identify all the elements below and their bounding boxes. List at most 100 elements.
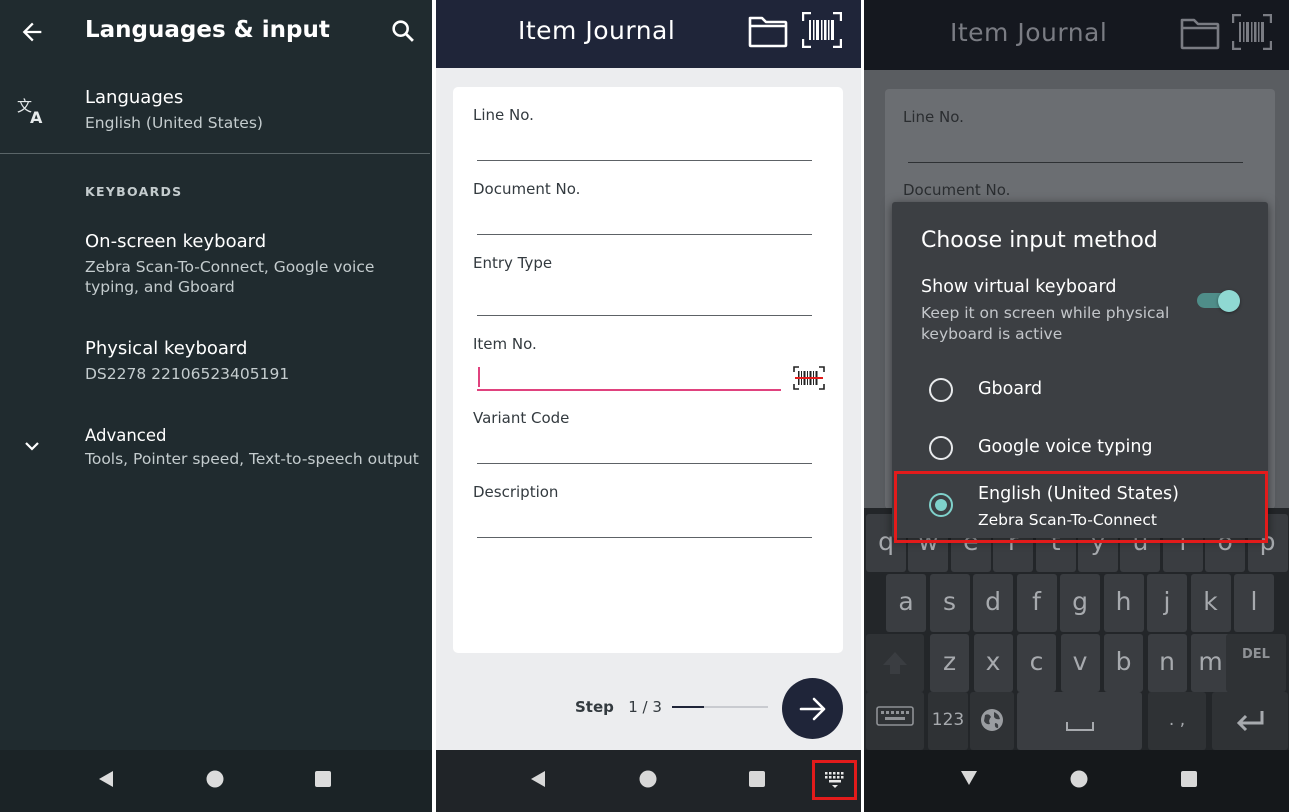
key-j[interactable]: j: [1147, 574, 1187, 632]
shift-key[interactable]: [866, 634, 924, 692]
variant-code-input[interactable]: [477, 463, 812, 464]
step-indicator: Step 1 / 3: [575, 698, 662, 716]
nav-home-icon[interactable]: [1069, 769, 1089, 789]
radio-gboard[interactable]: [929, 378, 953, 402]
item-journal-header: Item Journal: [436, 0, 861, 68]
keyboards-section-header: KEYBOARDS: [85, 184, 183, 199]
key-x[interactable]: x: [973, 634, 1013, 692]
line-no-input[interactable]: [477, 160, 812, 161]
nav-back-down-icon[interactable]: [959, 768, 979, 788]
item-no-input[interactable]: [477, 389, 781, 391]
onscreen-keyboard-subtitle: Zebra Scan-To-Connect, Google voice typi…: [85, 258, 375, 296]
soft-keyboard: qwertyuiop asdfghjkl zxcvbnm DEL 123 . ,: [864, 508, 1289, 750]
key-c[interactable]: c: [1017, 634, 1056, 692]
physical-keyboard-item[interactable]: Physical keyboard DS2278 22106523405191: [0, 332, 432, 392]
delete-key[interactable]: DEL: [1226, 634, 1286, 692]
item-journal-title: Item Journal: [518, 16, 676, 45]
system-nav-bar: [0, 750, 432, 812]
nav-recents-icon[interactable]: [747, 769, 767, 789]
nav-back-icon[interactable]: [96, 769, 116, 789]
item-no-label: Item No.: [473, 335, 537, 353]
folder-icon: [1180, 16, 1220, 50]
option-google-voice-typing-label: Google voice typing: [978, 437, 1153, 457]
languages-item[interactable]: Languages English (United States): [0, 80, 432, 150]
key-h[interactable]: h: [1103, 574, 1144, 632]
key-g[interactable]: g: [1060, 574, 1100, 632]
step-total: 3: [652, 698, 662, 716]
radio-google-voice-typing[interactable]: [929, 436, 953, 460]
item-journal-header-dimmed: Item Journal: [864, 0, 1289, 70]
variant-code-label: Variant Code: [473, 409, 570, 427]
enter-key[interactable]: [1212, 692, 1288, 750]
document-no-label: Document No.: [473, 180, 581, 198]
key-s[interactable]: s: [929, 574, 970, 632]
page-title: Languages & input: [85, 17, 330, 43]
globe-icon[interactable]: [970, 692, 1014, 750]
nav-back-icon[interactable]: [528, 769, 548, 789]
text-cursor: [478, 367, 480, 387]
punctuation-key[interactable]: . ,: [1148, 692, 1206, 750]
key-z[interactable]: z: [930, 634, 969, 692]
show-virtual-keyboard-label: Show virtual keyboard: [921, 277, 1117, 297]
key-a[interactable]: a: [886, 574, 926, 632]
arrow-right-icon: [797, 693, 829, 725]
barcode-scan-icon[interactable]: [802, 12, 842, 48]
folder-icon[interactable]: [748, 14, 788, 48]
onscreen-keyboard-title: On-screen keyboard: [85, 231, 267, 252]
key-l[interactable]: l: [1234, 574, 1274, 632]
show-virtual-keyboard-description: Keep it on screen while physical keyboar…: [921, 304, 1170, 343]
barcode-scan-icon: [1232, 14, 1272, 50]
dialog-title: Choose input method: [921, 228, 1158, 253]
step-progress-bar: [672, 706, 768, 708]
numbers-key[interactable]: 123: [928, 692, 968, 750]
entry-type-label: Entry Type: [473, 254, 553, 272]
languages-title: Languages: [85, 87, 184, 108]
delete-key-label: DEL: [1242, 647, 1270, 662]
key-f[interactable]: f: [1016, 574, 1057, 632]
nav-home-icon[interactable]: [638, 769, 658, 789]
key-d[interactable]: d: [973, 574, 1013, 632]
search-icon[interactable]: [389, 17, 417, 45]
key-n[interactable]: n: [1147, 634, 1187, 692]
toggle-thumb[interactable]: [1218, 290, 1240, 312]
line-no-label: Line No.: [903, 108, 964, 126]
barcode-scan-icon[interactable]: [793, 366, 825, 390]
description-input[interactable]: [477, 537, 812, 538]
step-label: Step: [575, 698, 614, 716]
form-card: [453, 87, 843, 653]
translate-icon: 文 A: [16, 94, 48, 126]
entry-type-input[interactable]: [477, 315, 812, 316]
line-no-label: Line No.: [473, 106, 534, 124]
item-journal-panel: Item Journal Line No. Document No. Entry…: [436, 0, 861, 812]
chevron-down-icon[interactable]: [20, 434, 44, 458]
option-google-voice-typing[interactable]: Google voice typing: [892, 420, 1268, 476]
languages-subtitle: English (United States): [85, 114, 263, 132]
keyboard-icon[interactable]: [866, 692, 924, 750]
svg-text:A: A: [30, 108, 43, 126]
nav-recents-icon[interactable]: [313, 769, 333, 789]
input-method-panel: Item Journal Line No. Document No. qwert…: [864, 0, 1289, 812]
key-b[interactable]: b: [1104, 634, 1143, 692]
settings-app-bar: Languages & input: [0, 0, 432, 64]
nav-home-icon[interactable]: [205, 769, 225, 789]
key-k[interactable]: k: [1190, 574, 1231, 632]
advanced-item[interactable]: Advanced Tools, Pointer speed, Text-to-s…: [0, 420, 432, 476]
arrow-left-icon[interactable]: [18, 18, 46, 46]
document-no-label: Document No.: [903, 181, 1011, 199]
next-button[interactable]: [782, 678, 843, 739]
key-m[interactable]: m: [1191, 634, 1230, 692]
system-nav-bar: [864, 750, 1289, 812]
space-key[interactable]: [1017, 692, 1142, 750]
step-current: 1: [628, 698, 638, 716]
description-label: Description: [473, 483, 559, 501]
nav-recents-icon[interactable]: [1179, 769, 1199, 789]
advanced-subtitle: Tools, Pointer speed, Text-to-speech out…: [85, 450, 419, 468]
document-no-input[interactable]: [477, 234, 812, 235]
keyboard-icon: [824, 771, 846, 789]
settings-panel: Languages & input Languages English (Uni…: [0, 0, 432, 812]
key-v[interactable]: v: [1060, 634, 1100, 692]
onscreen-keyboard-item[interactable]: On-screen keyboard Zebra Scan-To-Connect…: [0, 224, 432, 302]
option-gboard[interactable]: Gboard: [892, 362, 1268, 418]
keyboard-switcher-button[interactable]: [812, 760, 857, 800]
step-separator: /: [642, 698, 648, 716]
